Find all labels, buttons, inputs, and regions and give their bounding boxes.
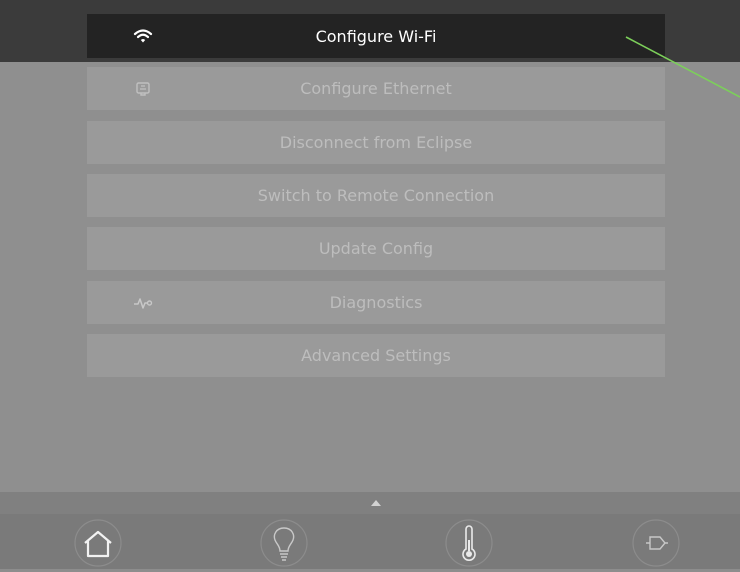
ethernet-icon: [133, 79, 153, 99]
menu-item-label: Configure Ethernet: [300, 79, 452, 98]
menu-item-configure-ethernet[interactable]: Configure Ethernet: [87, 67, 665, 110]
menu-item-switch-remote[interactable]: Switch to Remote Connection: [87, 174, 665, 217]
menu-item-label: Disconnect from Eclipse: [279, 133, 473, 152]
bottom-drawer-handle[interactable]: [0, 492, 740, 514]
menu-item-update-config[interactable]: Update Config: [87, 227, 665, 270]
menu-item-label: Configure Wi-Fi: [315, 26, 437, 46]
menu-item-label: Diagnostics: [329, 293, 423, 312]
lightbulb-icon[interactable]: [259, 518, 309, 568]
diagnostics-icon: [133, 293, 153, 313]
menu-item-advanced-settings[interactable]: Advanced Settings: [87, 334, 665, 377]
wifi-icon: [133, 26, 153, 46]
menu-item-diagnostics[interactable]: Diagnostics: [87, 281, 665, 324]
plug-icon[interactable]: [631, 518, 681, 568]
menu-item-label: Switch to Remote Connection: [257, 186, 495, 205]
menu-item-configure-wifi[interactable]: Configure Wi-Fi: [87, 14, 665, 58]
menu-item-label: Advanced Settings: [301, 346, 451, 365]
thermometer-icon[interactable]: [444, 518, 494, 568]
home-icon[interactable]: [73, 518, 123, 568]
menu-item-disconnect[interactable]: Disconnect from Eclipse: [87, 121, 665, 164]
menu-item-label: Update Config: [318, 239, 434, 258]
chevron-up-icon[interactable]: [371, 500, 381, 506]
